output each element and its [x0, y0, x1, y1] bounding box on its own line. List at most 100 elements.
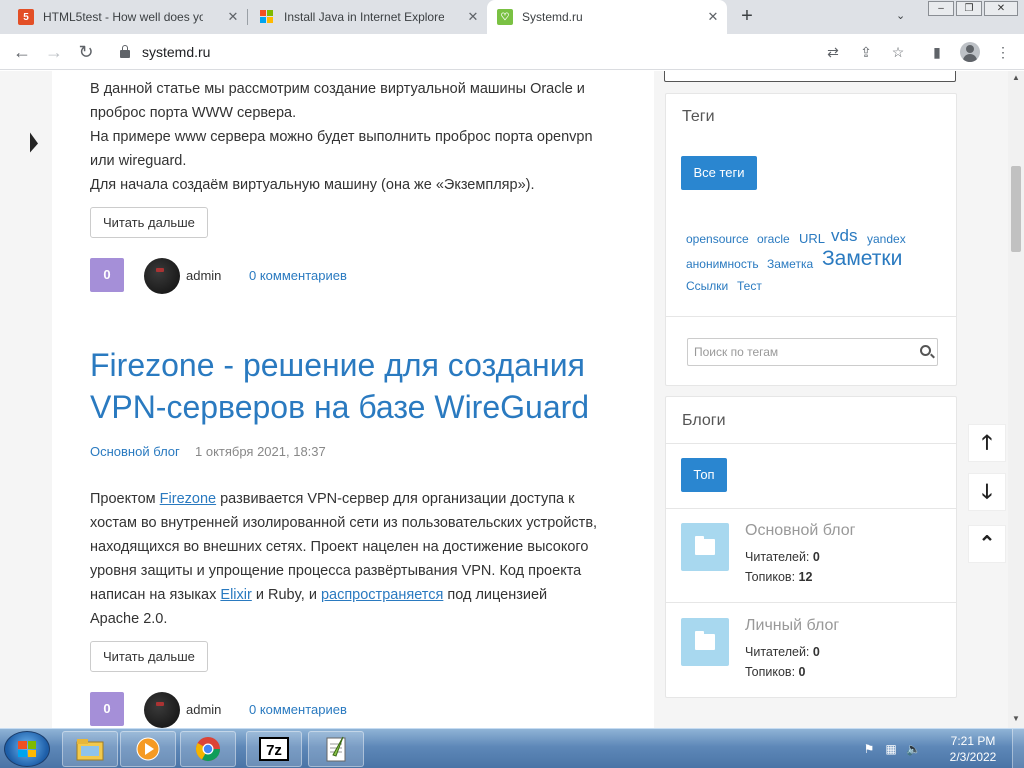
tag-link[interactable]: Заметки [822, 247, 902, 271]
taskbar: 7z ⚑ ▦ 🔈 7:21 PM 2/3/2022 [0, 728, 1024, 768]
address-bar[interactable]: systemd.ru [110, 38, 810, 66]
tag-link[interactable]: yandex [867, 232, 906, 246]
window-close-icon[interactable]: ✕ [984, 1, 1018, 16]
body-line: написан на языках Elixir и Ruby, и распр… [90, 587, 548, 603]
read-more-button[interactable]: Читать дальше [90, 207, 208, 238]
blogs-heading: Блоги [682, 412, 726, 429]
license-link[interactable]: распространяется [321, 587, 443, 603]
html5-icon: 5 [18, 9, 34, 25]
scroll-up-icon[interactable]: ▲ [1011, 73, 1021, 82]
forward-arrow-icon[interactable]: → [42, 40, 66, 64]
browser-menu-icon[interactable]: ⋮ [994, 43, 1012, 61]
vote-count[interactable]: 0 [90, 258, 124, 292]
excerpt-line: или wireguard. [90, 153, 187, 169]
post-title-line[interactable]: Firezone - решение для создания [90, 344, 630, 386]
volume-icon[interactable]: 🔈 [906, 742, 921, 756]
author-name[interactable]: admin [186, 268, 221, 283]
chrome-icon[interactable] [180, 731, 236, 767]
tag-link[interactable]: vds [831, 226, 857, 246]
7zip-icon[interactable]: 7z [246, 731, 302, 767]
windows-icon [259, 9, 275, 25]
tag-link[interactable]: Заметка [767, 257, 813, 271]
show-desktop-button[interactable] [1012, 729, 1024, 768]
post-title-line[interactable]: VPN-серверов на базе WireGuard [90, 386, 630, 428]
blog-topics: Топиков: 0 [745, 665, 806, 679]
post-date: 1 октября 2021, 18:37 [195, 444, 326, 459]
blog-name-link[interactable]: Основной блог [745, 522, 856, 540]
restore-icon[interactable]: ❐ [956, 1, 982, 16]
back-arrow-icon[interactable]: ← [10, 40, 34, 64]
blog-name-link[interactable]: Личный блог [745, 617, 839, 635]
tab-search-chevron-icon[interactable]: ⌄ [896, 9, 905, 22]
firezone-link[interactable]: Firezone [160, 491, 216, 507]
comments-link[interactable]: 0 комментариев [249, 268, 347, 283]
mouse-cursor-icon [30, 132, 38, 156]
tab-strip: 5 HTML5test - How well does your ✕ Insta… [0, 0, 1024, 34]
tag-link[interactable]: Ссылки [686, 279, 728, 293]
vote-count[interactable]: 0 [90, 692, 124, 726]
close-tab-icon[interactable]: ✕ [225, 9, 241, 25]
tag-link[interactable]: opensource [686, 232, 749, 246]
scroll-thumb[interactable] [1011, 166, 1021, 252]
browser-toolbar: ← → ↻ systemd.ru ⇄ ⇪ ☆ ▮ ⋮ [0, 34, 1024, 70]
author-avatar[interactable] [144, 692, 180, 728]
bookmark-star-icon[interactable]: ☆ [889, 43, 907, 61]
blogs-card: Блоги Топ Основной блог Читателей: 0 Топ… [665, 396, 957, 698]
page-scrollbar[interactable]: ▲ ▼ [1008, 71, 1024, 728]
side-panel-icon[interactable]: ▮ [928, 43, 946, 61]
translate-icon[interactable]: ⇄ [824, 43, 842, 61]
elixir-link[interactable]: Elixir [220, 587, 251, 603]
tab-html5test[interactable]: 5 HTML5test - How well does your ✕ [0, 0, 247, 34]
scroll-up-arrow-icon[interactable]: 🡑 [968, 424, 1006, 462]
top-blogs-button[interactable]: Топ [681, 458, 727, 492]
close-tab-icon[interactable]: ✕ [465, 9, 481, 25]
comments-link[interactable]: 0 комментариев [249, 702, 347, 717]
page-viewport: В данной статье мы рассмотрим создание в… [0, 71, 1008, 728]
post-title[interactable]: Firezone - решение для создания VPN-серв… [90, 344, 630, 428]
tag-link[interactable]: анонимность [686, 257, 759, 271]
close-tab-icon[interactable]: ✕ [705, 9, 721, 25]
tags-heading: Теги [682, 108, 715, 125]
scroll-top-chevron-icon[interactable]: ⌃ [968, 525, 1006, 563]
scroll-down-icon[interactable]: ▼ [1011, 714, 1021, 723]
tab-install-java[interactable]: Install Java in Internet Explorer ✕ [247, 0, 487, 34]
article-excerpt: В данной статье мы рассмотрим создание в… [90, 77, 593, 197]
share-icon[interactable]: ⇪ [857, 43, 875, 61]
body-line: уровня защиты и упрощение процесса развё… [90, 563, 582, 579]
network-icon[interactable]: ▦ [884, 742, 898, 756]
tag-link[interactable]: URL [799, 231, 825, 246]
windows-logo-icon [18, 741, 36, 757]
blog-readers: Читателей: 0 [745, 645, 820, 659]
lock-icon[interactable] [120, 45, 130, 58]
url-text[interactable]: systemd.ru [142, 44, 210, 60]
author-name[interactable]: admin [186, 702, 221, 717]
post-blog-link[interactable]: Основной блог [90, 444, 180, 459]
author-avatar[interactable] [144, 258, 180, 294]
start-button[interactable] [4, 731, 50, 767]
minimize-icon[interactable]: – [928, 1, 954, 16]
media-player-icon[interactable] [120, 731, 176, 767]
notepad-plus-icon[interactable] [308, 731, 364, 767]
tag-link[interactable]: Тест [737, 279, 762, 293]
tag-link[interactable]: oracle [757, 232, 790, 246]
tag-search-input[interactable]: Поиск по тегам [687, 338, 938, 366]
read-more-button[interactable]: Читать дальше [90, 641, 208, 672]
scroll-down-arrow-icon[interactable]: 🡓 [968, 473, 1006, 511]
new-tab-icon[interactable]: + [736, 6, 758, 28]
clock-time: 7:21 PM [950, 734, 996, 748]
excerpt-line: проброс порта WWW сервера. [90, 105, 297, 121]
body-line: находящихся во внешних сетях. Проект нац… [90, 539, 589, 555]
blog-readers: Читателей: 0 [745, 550, 820, 564]
svg-text:7z: 7z [266, 742, 282, 759]
article-body: Проектом Firezone развивается VPN-сервер… [90, 487, 597, 631]
action-center-flag-icon[interactable]: ⚑ [862, 742, 876, 756]
tab-systemd[interactable]: ♡ Systemd.ru ✕ [487, 0, 727, 34]
divider [666, 602, 957, 603]
reload-icon[interactable]: ↻ [74, 40, 98, 64]
system-clock[interactable]: 7:21 PM 2/3/2022 [938, 733, 1008, 765]
all-tags-button[interactable]: Все теги [681, 156, 757, 190]
search-icon[interactable] [920, 345, 931, 356]
profile-avatar-icon[interactable] [960, 42, 980, 62]
explorer-icon[interactable] [62, 731, 118, 767]
excerpt-line: В данной статье мы рассмотрим создание в… [90, 81, 585, 97]
